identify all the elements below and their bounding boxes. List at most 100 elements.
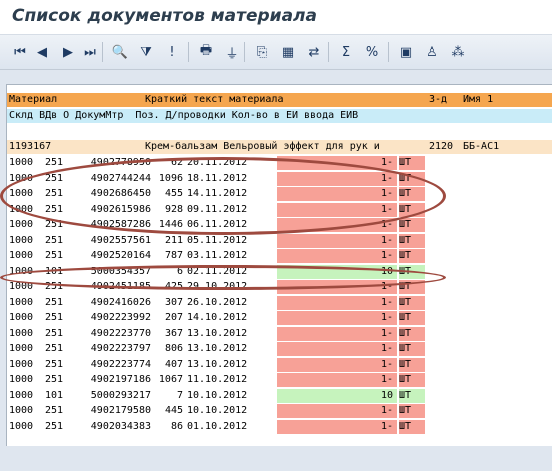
cell-material-document: 4902223770 [90,327,151,339]
last-page-icon[interactable]: ⏭ [80,42,100,62]
cell-storage-location: 1000 [9,234,34,246]
cell-posting-date: 05.11.2012 [187,234,248,246]
table-row[interactable]: 1000 101 5000293217 7 10.10.2012 10 ШТ [7,388,552,403]
subheader-row: Склд ВДв О ДокумМтр Поз. Д/проводки Кол-… [7,109,552,123]
cell-item: 407 [164,358,183,370]
cell-posting-date: 01.10.2012 [187,420,248,432]
percent-icon[interactable]: % [362,42,382,62]
cell-movement-type: 251 [45,250,64,261]
cell-material-document: 4902179580 [90,405,151,416]
cell-unit: ШТ [399,218,425,232]
cell-material-document: 4902223774 [90,358,151,370]
details-icon[interactable]: 🔍 [110,42,130,62]
cell-storage-location: 1000 [9,374,34,385]
cell-posting-date: 10.10.2012 [187,389,248,401]
print-icon[interactable]: 🖶 [196,42,216,62]
title-bar: Список документов материала [0,0,552,35]
cell-storage-location: 1000 [9,327,34,339]
status-area [0,446,552,471]
column-header-name[interactable]: Имя 1 [463,93,493,107]
table-row[interactable]: 1000 251 4902197186 1067 11.10.2012 1- ШТ [7,373,552,387]
warning-icon[interactable]: ! [162,42,182,62]
toolbar-separator [102,42,103,62]
cell-unit: ШТ [399,388,425,403]
cell-unit: ШТ [399,404,425,418]
toolbar-separator [388,42,389,62]
choose-layout-icon[interactable]: ⇄ [304,42,324,62]
cell-item: 7 [176,389,183,401]
cell-quantity: 1- [277,342,397,356]
cell-quantity: 1- [277,295,397,310]
cell-item: 1067 [158,374,183,385]
toolbar-separator [188,42,189,62]
cell-quantity: 1- [277,357,397,372]
layout-icon[interactable]: ▦ [278,42,298,62]
export-icon[interactable]: ⎘ [252,42,272,62]
cell-material-document: 4902557561 [90,234,151,246]
save-layout-icon[interactable]: ▣ [396,42,416,62]
cell-storage-location: 1000 [9,312,34,323]
column-header-material[interactable]: Материал [9,93,57,107]
cell-movement-type: 251 [45,157,64,168]
cell-movement-type: 251 [45,358,64,370]
table-row[interactable]: 1000 251 4902416026 307 26.10.2012 1- ШТ [7,295,552,310]
cell-material-document: 5000293217 [90,389,151,401]
cell-movement-type: 251 [45,296,64,308]
table-row[interactable]: 1000 251 4902223797 806 13.10.2012 1- ШТ [7,342,552,356]
group-row[interactable]: 1193167 Крем-бальзам Вельровый эффект дл… [7,140,552,154]
cell-storage-location: 1000 [9,219,34,230]
cell-item: 787 [164,250,183,261]
view-icon[interactable]: ⁂ [448,42,468,62]
cell-movement-type: 251 [45,312,64,323]
table-row[interactable]: 1000 251 4902034383 86 01.10.2012 1- ШТ [7,419,552,434]
cell-quantity: 1- [277,404,397,418]
cell-unit: ШТ [399,311,425,325]
cell-quantity: 1- [277,373,397,387]
cell-movement-type: 251 [45,327,64,339]
column-headers-items[interactable]: Склд ВДв О ДокумМтр Поз. Д/проводки Кол-… [9,109,358,123]
window-title: Список документов материала [12,6,317,26]
cell-movement-type: 251 [45,234,64,246]
cell-material-document: 4902223797 [90,343,151,354]
cell-storage-location: 1000 [9,343,34,354]
cell-storage-location: 1000 [9,405,34,416]
cell-quantity: 1- [277,419,397,434]
cell-unit: ШТ [399,249,425,263]
table-row[interactable]: 1000 251 4902223992 207 14.10.2012 1- ШТ [7,311,552,325]
subtotal-icon[interactable]: ⏚ [222,42,242,62]
table-row[interactable]: 1000 251 4902223774 407 13.10.2012 1- ШТ [7,357,552,372]
cell-item: 207 [164,312,183,323]
group-short-text: Крем-бальзам Вельровый эффект для рук и [145,141,380,152]
cell-material-document: 4902416026 [90,296,151,308]
cell-unit: ШТ [399,156,425,170]
next-page-icon[interactable]: ▶ [58,42,78,62]
cell-material-document: 4902034383 [90,420,151,432]
column-header-plant[interactable]: З-д [429,93,447,107]
cell-quantity: 10 [277,388,397,403]
sum-icon[interactable]: Σ [336,42,356,62]
cell-storage-location: 1000 [9,389,34,401]
filter-icon[interactable]: ⧩ [136,42,156,62]
cell-storage-location: 1000 [9,420,34,432]
cell-material-document: 4902197186 [90,374,151,385]
cell-quantity: 1- [277,311,397,325]
table-row[interactable]: 1000 251 4902179580 445 10.10.2012 1- ШТ [7,404,552,418]
cell-posting-date: 26.10.2012 [187,296,248,308]
cell-unit: ШТ [399,233,425,248]
table-row[interactable]: 1000 251 4902557561 211 05.11.2012 1- ШТ [7,233,552,248]
first-page-icon[interactable]: ⏮ [10,42,30,62]
previous-page-icon[interactable]: ◀ [32,42,52,62]
cell-storage-location: 1000 [9,296,34,308]
table-row[interactable]: 1000 251 4902223770 367 13.10.2012 1- ШТ [7,326,552,341]
column-header-short-text[interactable]: Краткий текст материала [145,93,283,107]
cell-unit: ШТ [399,326,425,341]
table-row[interactable]: 1000 251 4902520164 787 03.11.2012 1- ШТ [7,249,552,263]
group-name: ББ-АС1 [463,141,500,152]
cell-quantity: 1- [277,326,397,341]
cell-item: 806 [164,343,183,354]
toolbar-separator [244,42,245,62]
cell-quantity: 1- [277,249,397,263]
cell-posting-date: 03.11.2012 [187,250,248,261]
cell-unit: ШТ [399,295,425,310]
info-icon[interactable]: ♙ [422,42,442,62]
